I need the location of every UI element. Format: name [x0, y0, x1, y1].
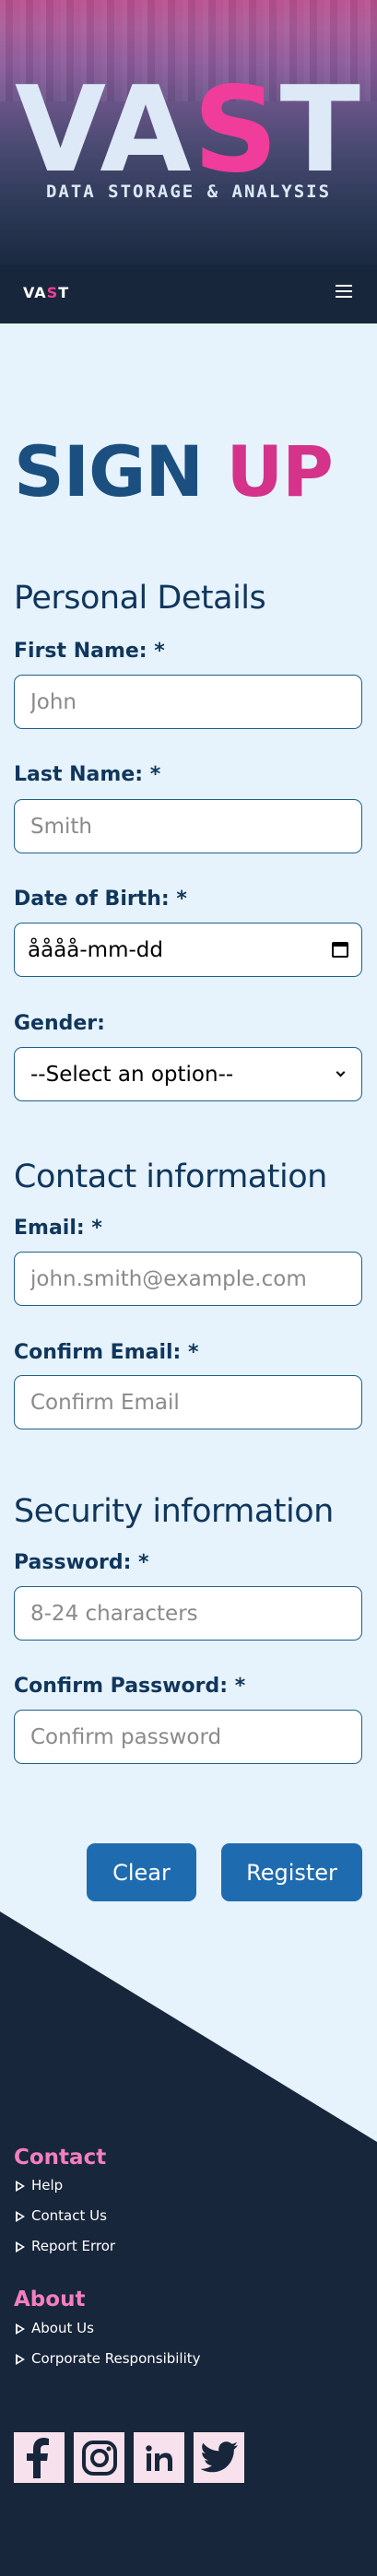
footer-link-label: About Us [31, 2320, 94, 2336]
calendar-icon[interactable] [332, 942, 348, 958]
email-label: Email: * [14, 1217, 102, 1240]
clear-button[interactable]: Clear [87, 1843, 196, 1901]
triangle-bullet-icon [16, 2323, 25, 2335]
footer-link-contact-us[interactable]: Contact Us [16, 2209, 107, 2223]
triangle-bullet-icon [16, 2241, 25, 2253]
nav-logo-suffix: T [58, 284, 70, 301]
nav-logo[interactable]: VAST [23, 284, 69, 301]
gender-label: Gender: [14, 1012, 105, 1035]
security-information-heading: Security information [14, 1493, 334, 1530]
nav-logo-accent: S [46, 284, 59, 301]
navbar: VAST [0, 265, 377, 323]
register-button[interactable]: Register [221, 1843, 362, 1901]
email-input[interactable] [14, 1252, 362, 1306]
password-label: Password: * [14, 1551, 149, 1574]
footer-link-label: Help [31, 2177, 64, 2194]
linkedin-icon[interactable] [134, 2432, 184, 2483]
date-of-birth-label: Date of Birth: * [14, 888, 187, 911]
hamburger-menu-icon[interactable] [336, 285, 352, 300]
title-sign: SIGN [14, 430, 204, 512]
confirm-email-label: Confirm Email: * [14, 1341, 199, 1364]
footer-contact-title: Contact [14, 2146, 107, 2170]
confirm-email-input[interactable] [14, 1375, 362, 1429]
footer-link-report-error[interactable]: Report Error [16, 2240, 115, 2253]
brand-tagline: DATA STORAGE & ANALYSIS [45, 182, 332, 202]
triangle-bullet-icon [16, 2353, 25, 2365]
triangle-bullet-icon [16, 2210, 25, 2222]
footer-link-corporate-responsibility[interactable]: Corporate Responsibility [16, 2352, 201, 2366]
footer-link-help[interactable]: Help [16, 2179, 63, 2193]
first-name-label: First Name: * [14, 640, 165, 663]
brand-prefix: VA [15, 62, 194, 199]
footer-link-label: Contact Us [31, 2207, 107, 2224]
date-of-birth-input[interactable]: åååå-mm-dd [14, 923, 362, 977]
password-input[interactable] [14, 1586, 362, 1641]
last-name-input[interactable] [14, 799, 362, 853]
nav-logo-prefix: VA [23, 284, 47, 301]
footer-about-title: About [14, 2288, 86, 2311]
brand-suffix: T [279, 62, 362, 199]
instagram-icon[interactable] [74, 2432, 124, 2483]
twitter-icon[interactable] [194, 2432, 244, 2483]
brand-accent-letter: S [193, 62, 280, 199]
confirm-password-input[interactable] [14, 1710, 362, 1764]
footer-link-about-us[interactable]: About Us [16, 2322, 94, 2335]
first-name-input[interactable] [14, 675, 362, 729]
facebook-icon[interactable] [14, 2432, 65, 2483]
personal-details-heading: Personal Details [14, 580, 266, 617]
confirm-password-label: Confirm Password: * [14, 1675, 246, 1698]
chevron-down-icon [336, 1067, 346, 1077]
title-up: UP [226, 430, 333, 512]
gender-selected-value: --Select an option-- [30, 1062, 234, 1087]
footer-link-label: Corporate Responsibility [31, 2350, 201, 2367]
gender-select[interactable]: --Select an option-- [14, 1047, 362, 1101]
contact-information-heading: Contact information [14, 1159, 327, 1195]
brand-logo: VAST [0, 72, 377, 190]
triangle-bullet-icon [16, 2180, 25, 2192]
footer-link-label: Report Error [31, 2238, 116, 2254]
last-name-label: Last Name: * [14, 763, 161, 786]
hero-banner: VAST DATA STORAGE & ANALYSIS [0, 0, 377, 265]
date-of-birth-value: åååå-mm-dd [28, 937, 163, 962]
page-title: SIGN UP [14, 437, 334, 507]
